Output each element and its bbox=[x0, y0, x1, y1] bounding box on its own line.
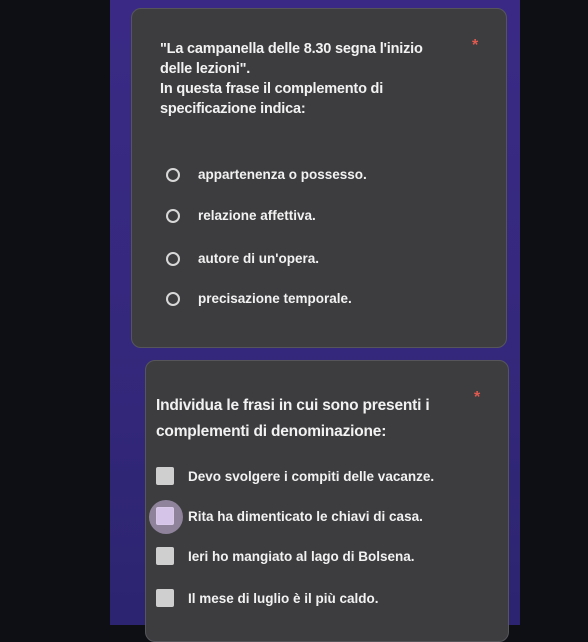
radio-button[interactable] bbox=[166, 291, 180, 306]
option-label: precisazione temporale. bbox=[198, 291, 352, 306]
option-label: Il mese di luglio è il più caldo. bbox=[188, 590, 379, 606]
required-asterisk: * bbox=[474, 389, 481, 406]
question-line: "La campanella delle 8.30 segna l'inizio bbox=[160, 41, 423, 57]
radio-option-relazione[interactable]: relazione affettiva. bbox=[166, 208, 316, 223]
checkbox[interactable] bbox=[156, 589, 174, 607]
question-line: Individua le frasi in cui sono presenti … bbox=[156, 397, 430, 414]
option-label: relazione affettiva. bbox=[198, 208, 316, 223]
option-label: Ieri ho mangiato al lago di Bolsena. bbox=[188, 548, 415, 564]
radio-option-autore[interactable]: autore di un'opera. bbox=[166, 251, 319, 266]
checkbox-option-bolsena[interactable]: Ieri ho mangiato al lago di Bolsena. bbox=[156, 547, 415, 565]
question-card-denominazione: Individua le frasi in cui sono presenti … bbox=[145, 360, 509, 642]
checkbox-option-vacanze[interactable]: Devo svolgere i compiti delle vacanze. bbox=[156, 467, 434, 485]
option-label: appartenenza o possesso. bbox=[198, 167, 367, 182]
checkbox-option-luglio[interactable]: Il mese di luglio è il più caldo. bbox=[156, 589, 379, 607]
checkbox[interactable] bbox=[149, 500, 183, 534]
question-line: In questa frase il complemento di bbox=[160, 81, 384, 97]
question-line: specificazione indica: bbox=[160, 101, 306, 117]
radio-option-precisazione[interactable]: precisazione temporale. bbox=[166, 291, 352, 306]
question-line: complementi di denominazione: bbox=[156, 423, 387, 440]
radio-button[interactable] bbox=[166, 251, 180, 266]
checkbox[interactable] bbox=[156, 467, 174, 485]
option-label: Devo svolgere i compiti delle vacanze. bbox=[188, 468, 435, 484]
radio-option-appartenenza[interactable]: appartenenza o possesso. bbox=[166, 167, 367, 182]
question-line: delle lezioni". bbox=[160, 61, 251, 77]
question-title: Individua le frasi in cui sono presenti … bbox=[156, 393, 466, 445]
radio-button[interactable] bbox=[166, 208, 180, 223]
checkbox[interactable] bbox=[156, 547, 174, 565]
option-label: Rita ha dimenticato le chiavi di casa. bbox=[188, 508, 423, 524]
radio-button[interactable] bbox=[166, 167, 180, 182]
option-label: autore di un'opera. bbox=[198, 251, 319, 266]
required-asterisk: * bbox=[472, 37, 479, 54]
checkbox-option-casa[interactable]: Rita ha dimenticato le chiavi di casa. bbox=[149, 500, 423, 534]
question-card-specificazione: "La campanella delle 8.30 segna l'inizio… bbox=[131, 8, 507, 348]
question-title: "La campanella delle 8.30 segna l'inizio… bbox=[160, 39, 460, 119]
